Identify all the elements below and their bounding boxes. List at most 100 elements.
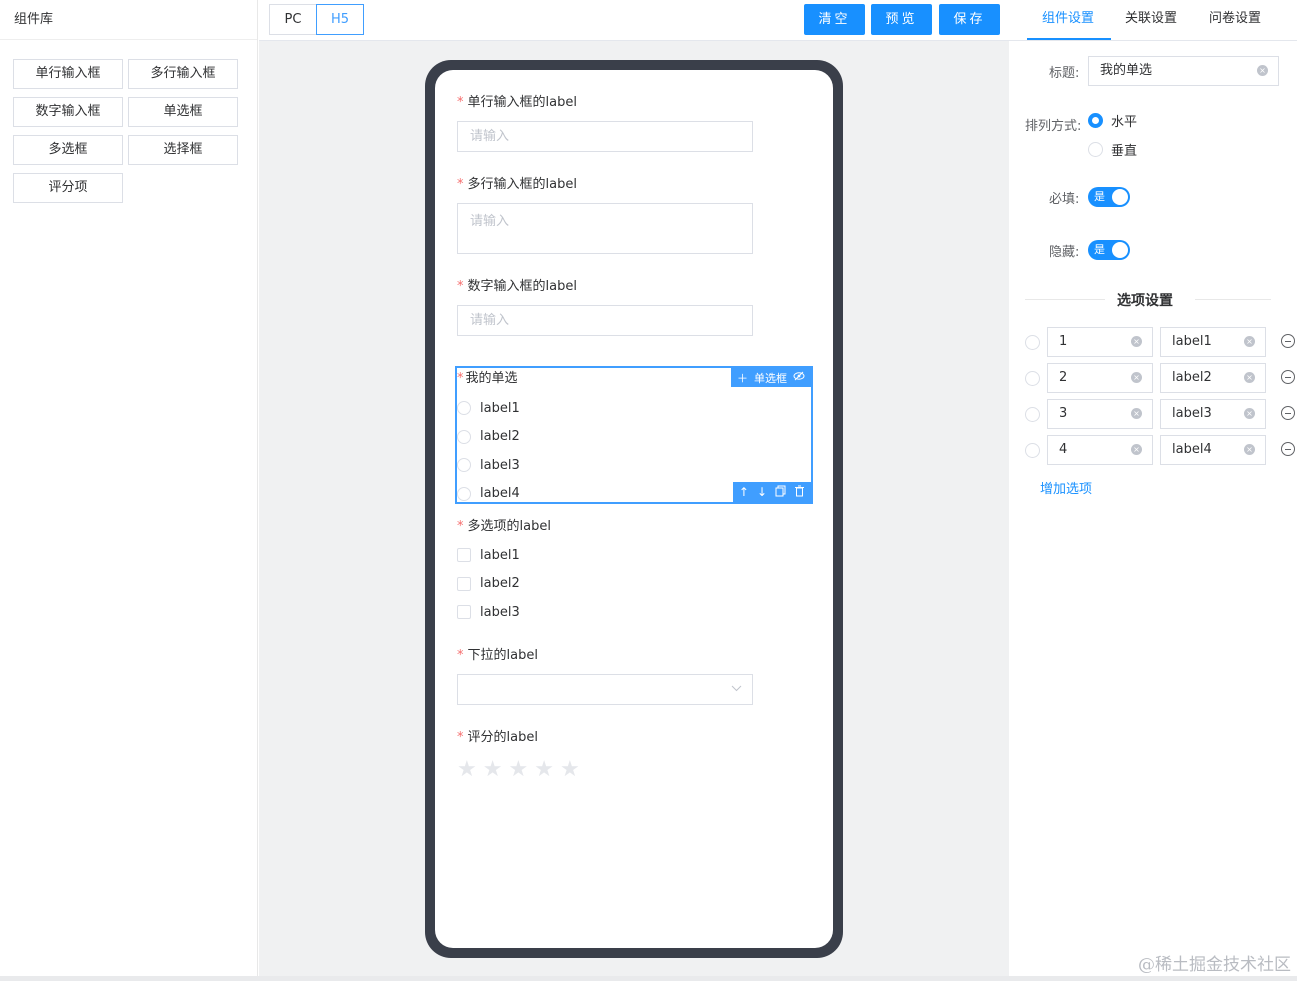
component-number-input-button[interactable]: 数字输入框 <box>13 97 123 127</box>
component-multi-input-button[interactable]: 多行输入框 <box>128 59 238 89</box>
tab-relation-settings[interactable]: 关联设置 <box>1125 0 1177 40</box>
form-item-number[interactable]: * 数字输入框的label 请输入 <box>457 278 753 336</box>
radio-circle-icon[interactable] <box>1025 371 1040 386</box>
clear-icon[interactable]: × <box>1244 336 1255 347</box>
option-label-input[interactable]: label2 × <box>1160 363 1266 393</box>
title-input[interactable]: 我的单选 × <box>1088 56 1279 86</box>
radio-option[interactable]: label4 <box>457 480 757 509</box>
option-value-input[interactable]: 3 × <box>1047 399 1153 429</box>
checkbox-option[interactable]: label2 <box>457 570 753 599</box>
star-icon[interactable]: ★ <box>508 759 528 781</box>
radio-circle-icon[interactable] <box>1025 443 1040 458</box>
radio-option[interactable]: label3 <box>457 451 757 480</box>
star-icon[interactable]: ★ <box>483 759 503 781</box>
single-input-field[interactable]: 请输入 <box>457 121 753 152</box>
checkbox-option[interactable]: label1 <box>457 541 753 570</box>
preview-button[interactable]: 预览 <box>871 4 932 35</box>
remove-option-icon[interactable] <box>1281 370 1295 384</box>
rate-stars[interactable]: ★ ★ ★ ★ ★ <box>457 759 753 781</box>
clear-icon[interactable]: × <box>1131 372 1142 383</box>
remove-option-icon[interactable] <box>1281 334 1295 348</box>
option-label-input[interactable]: label1 × <box>1160 327 1266 357</box>
layout-radio-vertical[interactable]: 垂直 <box>1088 140 1137 159</box>
clear-icon[interactable]: × <box>1131 336 1142 347</box>
clear-icon[interactable]: × <box>1131 444 1142 455</box>
component-select-button[interactable]: 选择框 <box>128 135 238 165</box>
component-single-input-button[interactable]: 单行输入框 <box>13 59 123 89</box>
form-item-input[interactable]: * 单行输入框的label 请输入 <box>457 94 753 152</box>
chevron-down-icon <box>731 682 742 695</box>
delete-icon[interactable] <box>794 485 805 500</box>
option-row: 2 × label2 × <box>1025 363 1295 393</box>
clear-icon[interactable]: × <box>1257 65 1268 76</box>
form-item-textarea[interactable]: * 多行输入框的label 请输入 <box>457 176 753 254</box>
layout-label: 排列方式: <box>1025 119 1082 134</box>
tab-survey-settings[interactable]: 问卷设置 <box>1209 0 1261 40</box>
mode-pc-button[interactable]: PC <box>269 4 317 35</box>
selected-radio-component[interactable]: *我的单选 label1 label2 label3 label4 ＋ 单选框 <box>455 366 813 504</box>
radio-option[interactable]: label2 <box>457 423 757 452</box>
component-grid: 单行输入框 多行输入框 数字输入框 单选框 多选框 选择框 评分项 <box>13 59 239 203</box>
field-label: 我的单选 <box>465 371 518 386</box>
move-down-icon[interactable]: ↓ <box>757 485 767 499</box>
option-label-input[interactable]: label3 × <box>1160 399 1266 429</box>
field-label: 多选项的label <box>467 519 551 534</box>
radio-circle-icon[interactable] <box>1025 335 1040 350</box>
component-library-title: 组件库 <box>0 0 257 40</box>
required-mark: * <box>457 371 464 386</box>
field-label: 数字输入框的label <box>467 279 577 294</box>
multi-input-field[interactable]: 请输入 <box>457 203 753 254</box>
option-value-input[interactable]: 2 × <box>1047 363 1153 393</box>
option-value-input[interactable]: 4 × <box>1047 435 1153 465</box>
component-radio-button[interactable]: 单选框 <box>128 97 238 127</box>
options-section-title: 选项设置 <box>1117 293 1173 309</box>
radio-circle-icon[interactable] <box>1025 407 1040 422</box>
radio-circle-icon <box>1088 142 1103 157</box>
form-item-select[interactable]: * 下拉的label <box>457 647 753 705</box>
hidden-label: 隐藏: <box>1049 245 1080 260</box>
clear-icon[interactable]: × <box>1244 372 1255 383</box>
select-dropdown[interactable] <box>457 674 753 705</box>
component-checkbox-button[interactable]: 多选框 <box>13 135 123 165</box>
clear-icon[interactable]: × <box>1244 408 1255 419</box>
star-icon[interactable]: ★ <box>534 759 554 781</box>
move-up-icon[interactable]: ↑ <box>739 485 749 499</box>
layout-radio-horizontal[interactable]: 水平 <box>1088 111 1137 130</box>
checkbox-option[interactable]: label3 <box>457 598 753 627</box>
remove-option-icon[interactable] <box>1281 406 1295 420</box>
number-input-field[interactable]: 请输入 <box>457 305 753 336</box>
star-icon[interactable]: ★ <box>560 759 580 781</box>
required-label: 必填: <box>1049 192 1080 207</box>
checkbox-square-icon <box>457 605 471 620</box>
form-item-checkbox[interactable]: * 多选项的label label1 label2 label3 <box>457 518 753 627</box>
required-switch[interactable]: 是 <box>1088 187 1130 207</box>
hidden-switch[interactable]: 是 <box>1088 240 1130 260</box>
checkbox-square-icon <box>457 576 471 591</box>
tab-component-settings[interactable]: 组件设置 <box>1042 0 1094 40</box>
form-item-rate[interactable]: * 评分的label ★ ★ ★ ★ ★ <box>457 729 753 781</box>
component-toolbar: ↑ ↓ <box>732 482 811 502</box>
switch-knob <box>1112 189 1128 205</box>
design-canvas: * 单行输入框的label 请输入 * 多行输入框的label 请输入 * 数字输入框… <box>259 41 1009 976</box>
add-option-link[interactable]: 增加选项 <box>1040 478 1092 497</box>
radio-circle-icon <box>457 429 471 444</box>
component-rate-button[interactable]: 评分项 <box>13 173 123 203</box>
option-value-input[interactable]: 1 × <box>1047 327 1153 357</box>
required-mark: * <box>457 648 464 663</box>
option-row: 3 × label3 × <box>1025 399 1295 429</box>
required-mark: * <box>457 519 464 534</box>
eye-off-icon[interactable] <box>793 371 805 384</box>
clear-icon[interactable]: × <box>1131 408 1142 419</box>
clear-icon[interactable]: × <box>1244 444 1255 455</box>
clear-button[interactable]: 清空 <box>804 4 865 35</box>
option-label-input[interactable]: label4 × <box>1160 435 1266 465</box>
field-label: 单行输入框的label <box>467 95 577 110</box>
remove-option-icon[interactable] <box>1281 442 1295 456</box>
star-icon[interactable]: ★ <box>457 759 477 781</box>
required-mark: * <box>457 730 464 745</box>
title-label: 标题: <box>1049 66 1080 81</box>
radio-option[interactable]: label1 <box>457 394 757 423</box>
save-button[interactable]: 保存 <box>939 4 1000 35</box>
mode-h5-button[interactable]: H5 <box>316 4 364 35</box>
copy-icon[interactable] <box>775 485 786 500</box>
